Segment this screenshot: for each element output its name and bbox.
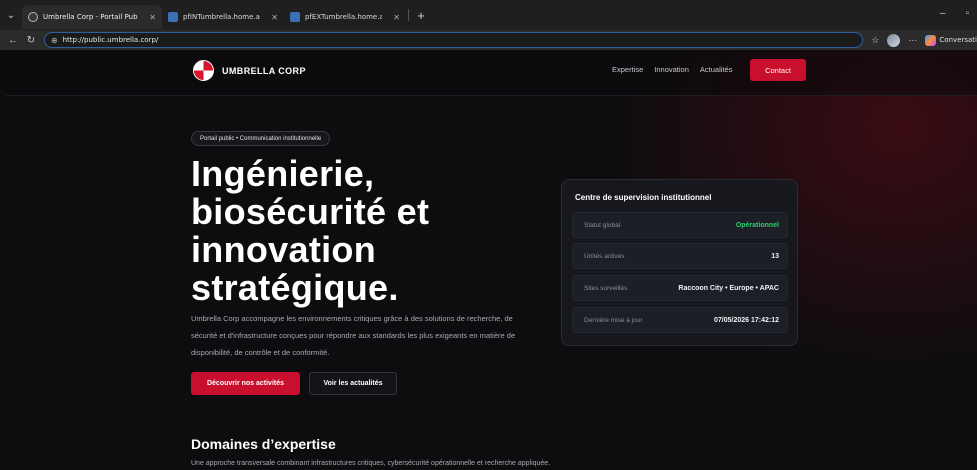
close-icon[interactable]: ✕ — [393, 13, 400, 22]
browser-tab-pfext[interactable]: pfEXTumbrella.home.arpa - Firewa ✕ — [284, 5, 406, 29]
hero-title: Ingénierie, biosécurité et innovation st… — [191, 155, 491, 307]
status-value: Raccoon City • Europe • APAC — [678, 284, 779, 292]
status-value: 07/05/2026 17:42:12 — [714, 316, 779, 324]
contact-button[interactable]: Contact — [750, 59, 806, 81]
browser-tab-pfint[interactable]: pfINTumbrella.home.arpa - Firewa ✕ — [162, 5, 284, 29]
browser-toolbar-right: ☆ ··· Conversati — [871, 33, 977, 47]
expertise-section-title: Domaines d’expertise — [191, 436, 336, 452]
tab-actions-chevron-icon[interactable]: ⌄ — [0, 4, 22, 26]
discover-activities-button[interactable]: Découvrir nos activités — [191, 372, 300, 395]
tab-title: pfEXTumbrella.home.arpa - Firewa — [305, 13, 383, 21]
web-page: UMBRELLA CORP Expertise Innovation Actua… — [6, 50, 977, 470]
browser-tab-bar: ⌄ Umbrella Corp - Portail Public ✕ pfINT… — [0, 0, 977, 30]
copilot-button[interactable]: Conversati — [925, 34, 977, 46]
tab-title: Umbrella Corp - Portail Public — [43, 13, 139, 21]
favorite-star-icon[interactable]: ☆ — [871, 35, 879, 46]
view-news-button[interactable]: Voir les actualités — [309, 372, 397, 395]
umbrella-logo-icon — [193, 60, 214, 81]
expertise-section-description: Une approche transversale combinant infr… — [191, 460, 551, 467]
hero-title-line: innovation — [191, 229, 376, 270]
pfsense-icon — [168, 12, 178, 22]
close-icon[interactable]: ✕ — [149, 13, 156, 22]
close-icon[interactable]: ✕ — [271, 13, 278, 22]
url-text: http://public.umbrella.corp/ — [62, 36, 159, 44]
site-header: UMBRELLA CORP Expertise Innovation Actua… — [6, 50, 977, 96]
status-row-sites: Sites surveillés Raccoon City • Europe •… — [572, 275, 788, 301]
menu-item-actualites[interactable]: Actualités — [700, 65, 733, 74]
site-logo[interactable]: UMBRELLA CORP — [193, 60, 306, 81]
logo-text: UMBRELLA CORP — [222, 65, 306, 76]
menu-item-expertise[interactable]: Expertise — [612, 65, 643, 74]
hero-description: Umbrella Corp accompagne les environneme… — [191, 314, 516, 357]
menu-item-innovation[interactable]: Innovation — [654, 65, 689, 74]
supervision-panel: Centre de supervision institutionnel Sta… — [561, 179, 798, 346]
globe-icon — [28, 12, 38, 22]
panel-title: Centre de supervision institutionnel — [575, 193, 712, 202]
hero-title-line: biosécurité et — [191, 191, 430, 232]
profile-avatar[interactable] — [887, 33, 901, 47]
refresh-icon[interactable]: ↻ — [22, 35, 40, 46]
hero-badge: Portail public • Communication instituti… — [191, 131, 331, 146]
url-input[interactable]: ⊕ http://public.umbrella.corp/ — [43, 32, 864, 48]
status-label: Statut global — [584, 221, 621, 229]
copilot-label: Conversati — [939, 36, 977, 44]
status-value: Opérationnel — [735, 221, 779, 229]
tab-divider — [408, 9, 409, 21]
pfsense-icon — [290, 12, 300, 22]
address-toolbar: ← ↻ ⊕ http://public.umbrella.corp/ ☆ ···… — [0, 30, 977, 50]
site-info-icon[interactable]: ⊕ — [51, 36, 58, 45]
hero-title-line: stratégique. — [191, 267, 399, 308]
new-tab-plus-icon[interactable]: + — [411, 8, 431, 23]
restore-icon[interactable]: ▫ — [965, 8, 969, 19]
status-value: 13 — [771, 252, 779, 260]
status-label: Dernière mise à jour — [584, 316, 643, 324]
status-row-units: Unités actives 13 — [572, 243, 788, 269]
status-label: Sites surveillés — [584, 284, 628, 292]
status-row-updated: Dernière mise à jour 07/05/2026 17:42:12 — [572, 307, 788, 333]
more-menu-icon[interactable]: ··· — [908, 35, 917, 45]
tab-title: pfINTumbrella.home.arpa - Firewa — [183, 13, 260, 21]
hero-title-line: Ingénierie, — [191, 153, 375, 194]
back-arrow-icon[interactable]: ← — [4, 35, 22, 46]
status-row-global: Statut global Opérationnel — [572, 212, 788, 238]
main-menu: Expertise Innovation Actualités — [612, 65, 732, 74]
window-controls: – ▫ — [940, 8, 969, 19]
status-label: Unités actives — [584, 252, 625, 260]
browser-tab-portal[interactable]: Umbrella Corp - Portail Public ✕ — [22, 5, 162, 29]
copilot-icon — [925, 34, 937, 46]
minimize-icon[interactable]: – — [940, 8, 946, 19]
